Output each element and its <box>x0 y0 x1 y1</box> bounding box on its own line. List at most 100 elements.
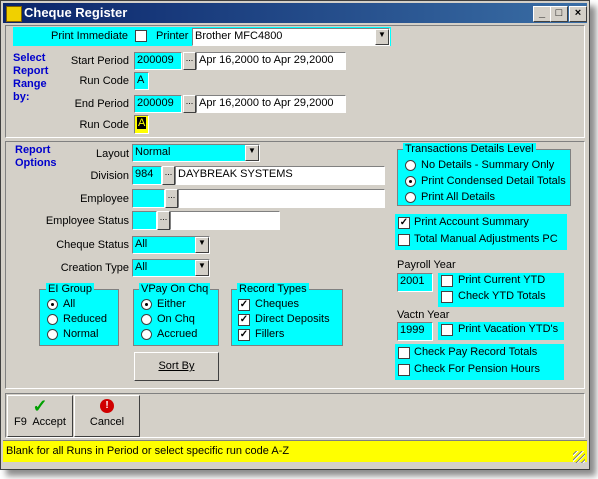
vpay-accrued-radio[interactable] <box>141 329 152 340</box>
ei-all-label: All <box>63 298 76 310</box>
cheque-status-label: Cheque Status <box>56 239 129 251</box>
division-label: Division <box>90 170 129 182</box>
payroll-year-label: Payroll Year <box>397 259 456 271</box>
maximize-button[interactable]: □ <box>550 6 568 22</box>
title-bar: Cheque Register _ □ × <box>3 3 587 23</box>
total-manual-label: Total Manual Adjustments PC <box>414 233 558 245</box>
print-current-ytd-label: Print Current YTD <box>458 274 546 286</box>
no-details-label: No Details - Summary Only <box>421 159 555 171</box>
ei-all-radio[interactable] <box>47 299 58 310</box>
cheque-register-window: Cheque Register _ □ × Print Immediate Pr… <box>0 0 590 470</box>
ei-reduced-radio[interactable] <box>47 314 58 325</box>
ei-normal-radio[interactable] <box>47 329 58 340</box>
print-vacation-ytd-label: Print Vacation YTD's <box>458 323 559 335</box>
creation-type-dropdown-arrow[interactable]: ▼ <box>195 260 209 276</box>
cheque-status-dropdown-arrow[interactable]: ▼ <box>195 237 209 253</box>
vactn-year-label: Vactn Year <box>397 309 450 321</box>
print-account-summary-label: Print Account Summary <box>414 216 529 228</box>
vpay-either-label: Either <box>157 298 186 310</box>
printer-dropdown-arrow[interactable]: ▼ <box>375 29 389 45</box>
vpay-onchq-label: On Chq <box>157 313 195 325</box>
employee-status-lookup-button[interactable]: ... <box>157 211 170 230</box>
print-immediate-checkbox[interactable] <box>135 30 147 42</box>
ei-group-title: EI Group <box>46 283 95 295</box>
print-vacation-ytd-checkbox[interactable] <box>441 324 453 336</box>
layout-select[interactable]: Normal <box>132 144 260 162</box>
start-period-range: Apr 16,2000 to Apr 29,2000 <box>196 52 346 70</box>
run-code-2-value: A <box>137 117 147 129</box>
sort-by-button[interactable]: Sort By <box>134 352 219 381</box>
no-details-radio[interactable] <box>405 160 416 171</box>
check-ytd-totals-label: Check YTD Totals <box>458 290 546 302</box>
cheques-checkbox[interactable]: ✓ <box>238 299 250 311</box>
start-period-lookup-button[interactable]: ... <box>183 52 196 70</box>
run-code-2-label: Run Code <box>79 119 129 131</box>
division-code-field[interactable]: 984 <box>132 166 162 185</box>
employee-status-field[interactable] <box>132 211 157 230</box>
check-pension-label: Check For Pension Hours <box>414 363 540 375</box>
cheques-label: Cheques <box>255 298 300 310</box>
direct-deposits-checkbox[interactable]: ✓ <box>238 314 250 326</box>
report-options-title: Report Options <box>15 144 57 169</box>
vpay-either-radio[interactable] <box>141 299 152 310</box>
employee-name <box>178 189 385 208</box>
division-lookup-button[interactable]: ... <box>162 166 175 185</box>
select-range-label: Select Report Range by: <box>13 52 49 103</box>
start-period-field[interactable]: 200009 <box>134 52 182 70</box>
all-details-radio[interactable] <box>405 192 416 203</box>
check-pay-record-label: Check Pay Record Totals <box>414 346 538 358</box>
run-code-label: Run Code <box>79 75 129 87</box>
printer-select[interactable]: Brother MFC4800 <box>192 28 390 46</box>
run-code-2-field[interactable]: A <box>134 115 149 134</box>
close-button[interactable]: × <box>569 6 587 22</box>
window-title: Cheque Register <box>24 5 128 20</box>
checkmark-icon: ✓ <box>32 396 48 416</box>
end-period-range: Apr 16,2000 to Apr 29,2000 <box>196 95 346 113</box>
employee-status-description <box>170 211 280 230</box>
accept-button[interactable]: ✓ F9 Accept <box>7 395 73 437</box>
check-pay-record-checkbox[interactable] <box>398 347 410 359</box>
status-bar: Blank for all Runs in Period or select s… <box>3 440 587 462</box>
employee-status-label: Employee Status <box>45 215 129 227</box>
condensed-details-radio[interactable] <box>405 176 416 187</box>
vpay-group-title: VPay On Chq <box>139 283 211 295</box>
cancel-label: Cancel <box>89 416 125 428</box>
check-ytd-totals-checkbox[interactable] <box>441 291 453 303</box>
check-pension-checkbox[interactable] <box>398 364 410 376</box>
layout-label: Layout <box>95 148 129 160</box>
end-period-label: End Period <box>74 98 129 110</box>
fillers-checkbox[interactable]: ✓ <box>238 329 250 341</box>
employee-lookup-button[interactable]: ... <box>165 189 178 208</box>
ei-reduced-label: Reduced <box>63 313 108 325</box>
end-period-lookup-button[interactable]: ... <box>183 95 196 113</box>
print-current-ytd-checkbox[interactable] <box>441 275 453 287</box>
employee-field[interactable] <box>132 189 165 208</box>
printer-label: Printer <box>156 30 189 42</box>
cancel-button[interactable]: ! Cancel <box>74 395 140 437</box>
minimize-button[interactable]: _ <box>533 6 551 22</box>
condensed-details-label: Print Condensed Detail Totals <box>421 175 566 187</box>
layout-dropdown-arrow[interactable]: ▼ <box>245 145 259 161</box>
employee-label: Employee <box>80 193 129 205</box>
vpay-onchq-radio[interactable] <box>141 314 152 325</box>
end-period-field[interactable]: 200009 <box>134 95 182 113</box>
print-account-summary-checkbox[interactable]: ✓ <box>398 217 410 229</box>
all-details-label: Print All Details <box>421 191 495 203</box>
details-level-title: Transactions Details Level <box>403 143 536 155</box>
vpay-accrued-label: Accrued <box>157 328 198 340</box>
start-period-label: Start Period <box>70 55 129 67</box>
payroll-year-field[interactable]: 2001 <box>397 273 433 292</box>
resize-grip-icon[interactable] <box>573 451 585 463</box>
total-manual-checkbox[interactable] <box>398 234 410 246</box>
print-immediate-label: Print Immediate <box>51 30 129 42</box>
direct-deposits-label: Direct Deposits <box>255 313 330 325</box>
accept-label: F9 Accept <box>14 416 66 428</box>
ei-normal-label: Normal <box>63 328 99 340</box>
vactn-year-field[interactable]: 1999 <box>397 322 433 341</box>
division-name: DAYBREAK SYSTEMS <box>175 166 385 185</box>
stop-icon: ! <box>100 399 114 413</box>
run-code-field[interactable]: A <box>134 72 149 90</box>
creation-type-label: Creation Type <box>60 262 129 274</box>
record-types-title: Record Types <box>237 283 309 295</box>
printer-value: Brother MFC4800 <box>195 30 283 42</box>
